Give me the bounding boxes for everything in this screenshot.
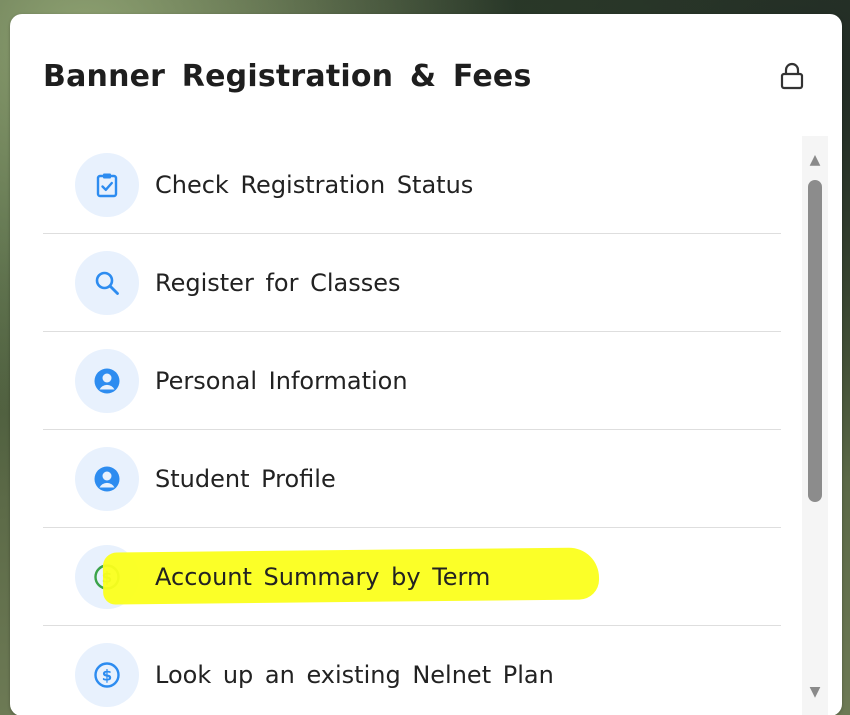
svg-text:$: $ xyxy=(102,666,112,684)
list-item-label: Personal Information xyxy=(155,366,408,395)
user-circle-icon xyxy=(75,348,139,413)
list-item-label: Account Summary by Term xyxy=(155,562,491,591)
list-item-label: Register for Classes xyxy=(155,268,401,297)
app-card: Banner Registration & Fees Check Registr… xyxy=(10,14,842,715)
menu-list: Check Registration Status Register for C… xyxy=(43,136,781,715)
list-item-label: Look up an existing Nelnet Plan xyxy=(155,660,554,689)
dollar-circle-icon: $ xyxy=(75,642,139,707)
user-circle-icon xyxy=(75,446,139,511)
lock-icon[interactable] xyxy=(778,59,806,93)
scroll-up-arrow-icon[interactable]: ▲ xyxy=(802,148,828,172)
list-item-account-summary-by-term[interactable]: $ Account Summary by Term xyxy=(43,528,781,626)
list-item-student-profile[interactable]: Student Profile xyxy=(43,430,781,528)
scroll-thumb[interactable] xyxy=(808,180,822,502)
card-header: Banner Registration & Fees xyxy=(43,54,812,98)
list-item-check-registration-status[interactable]: Check Registration Status xyxy=(43,136,781,234)
vertical-scrollbar[interactable]: ▲ ▼ xyxy=(802,136,828,715)
scroll-down-arrow-icon[interactable]: ▼ xyxy=(802,680,828,704)
list-item-look-up-nelnet-plan[interactable]: $ Look up an existing Nelnet Plan xyxy=(43,626,781,715)
list-item-label: Check Registration Status xyxy=(155,170,474,199)
list-item-register-for-classes[interactable]: Register for Classes xyxy=(43,234,781,332)
list-item-personal-information[interactable]: Personal Information xyxy=(43,332,781,430)
card-title: Banner Registration & Fees xyxy=(43,58,532,94)
search-icon xyxy=(75,250,139,315)
clipboard-check-icon xyxy=(75,152,139,217)
list-item-label: Student Profile xyxy=(155,464,336,493)
